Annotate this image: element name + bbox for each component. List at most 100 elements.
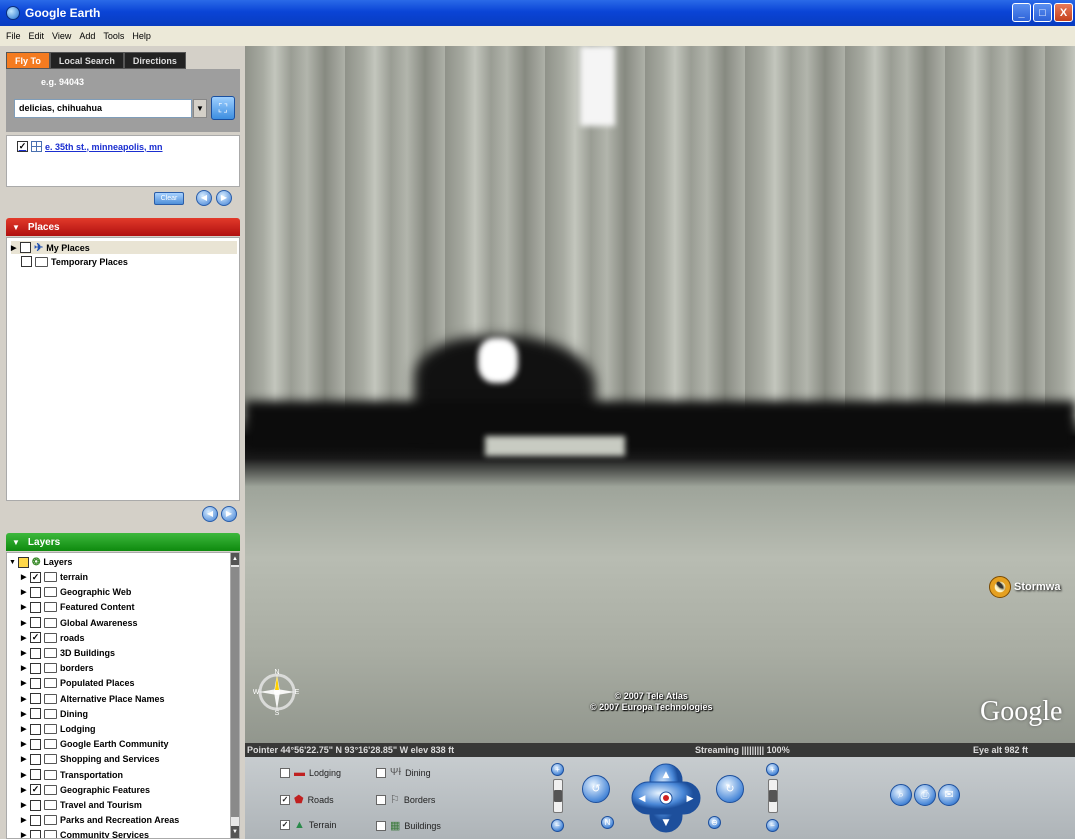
layer-label[interactable]: Google Earth Community [60, 739, 169, 749]
dining-checkbox[interactable] [376, 767, 386, 778]
fly-to-search-button[interactable]: ⛶ [211, 96, 235, 120]
layer-checkbox[interactable]: ✓ [30, 632, 41, 644]
layer-item[interactable]: ▶ Geographic Web [21, 585, 131, 599]
pan-right-button[interactable]: ▶ [687, 794, 694, 804]
layer-label[interactable]: terrain [60, 572, 88, 582]
rotate-right-button[interactable]: ↻ [716, 775, 744, 803]
map-view[interactable]: ✎ Stormwa N S E W © 2007 Tele Atlas © 20… [245, 46, 1075, 757]
collapse-triangle-icon[interactable]: ▼ [12, 223, 20, 232]
tilt-down-button[interactable]: − [551, 819, 564, 832]
layer-toggle-borders[interactable]: ⚐ Borders [376, 793, 435, 806]
layer-checkbox[interactable] [30, 829, 41, 838]
layer-toggle-roads[interactable]: ✓ ⬟ Roads [280, 793, 334, 806]
fly-to-input[interactable]: delicias, chihuahua [14, 99, 192, 118]
result-checkbox[interactable]: ✓ [17, 141, 28, 152]
scroll-up-arrow-icon[interactable]: ▲ [231, 553, 239, 565]
borders-checkbox[interactable] [376, 794, 386, 805]
expand-arrow-icon[interactable]: ▶ [21, 755, 27, 763]
places-next-button[interactable]: ▶ [221, 506, 237, 522]
close-button[interactable]: X [1054, 3, 1073, 22]
layer-checkbox[interactable] [30, 693, 41, 705]
layer-label[interactable]: Global Awareness [60, 618, 138, 628]
layer-label[interactable]: Community Services [60, 830, 149, 838]
tilt-slider-knob[interactable] [554, 790, 562, 802]
expand-arrow-icon[interactable]: ▶ [21, 801, 27, 809]
layer-label[interactable]: Dining [60, 709, 88, 719]
maximize-button[interactable]: □ [1033, 3, 1052, 22]
my-places-checkbox[interactable] [20, 242, 31, 253]
map-poi-marker[interactable]: ✎ Stormwa [989, 576, 1060, 598]
layer-item[interactable]: ▶ Travel and Tourism [21, 798, 142, 812]
layer-checkbox[interactable] [30, 662, 41, 674]
clear-button[interactable]: Clear [154, 192, 184, 205]
print-button[interactable]: ⎙ [914, 784, 936, 806]
layer-item[interactable]: ▶ ✓ roads [21, 631, 85, 645]
layer-label[interactable]: Travel and Tourism [60, 800, 142, 810]
layer-label[interactable]: Transportation [60, 770, 123, 780]
layer-item[interactable]: ▶ Global Awareness [21, 616, 138, 630]
zoom-in-button[interactable]: + [766, 763, 779, 776]
layers-root[interactable]: ▼ ❂ Layers [9, 555, 72, 569]
zoom-slider[interactable] [768, 779, 778, 813]
expand-arrow-icon[interactable]: ▼ [9, 559, 16, 566]
buildings-checkbox[interactable] [376, 820, 386, 831]
layer-item[interactable]: ▶ Featured Content [21, 600, 135, 614]
layer-label[interactable]: Geographic Features [60, 785, 150, 795]
layer-checkbox[interactable] [30, 738, 41, 750]
collapse-triangle-icon[interactable]: ▼ [12, 538, 20, 547]
layer-item[interactable]: ▶ ✓ terrain [21, 570, 88, 584]
lodging-checkbox[interactable] [280, 768, 290, 778]
layer-toggle-dining[interactable]: ΨƗ Dining [376, 767, 431, 778]
menu-add[interactable]: Add [79, 31, 95, 41]
layer-checkbox[interactable] [30, 586, 41, 598]
layer-item[interactable]: ▶ Shopping and Services [21, 752, 160, 766]
expand-arrow-icon[interactable]: ▶ [21, 725, 27, 733]
layer-label[interactable]: Populated Places [60, 678, 135, 688]
expand-arrow-icon[interactable]: ▶ [21, 695, 27, 703]
expand-arrow-icon[interactable]: ▶ [21, 679, 27, 687]
fly-to-dropdown-button[interactable]: ▼ [193, 99, 207, 118]
scroll-down-arrow-icon[interactable]: ▼ [231, 826, 239, 838]
result-item[interactable]: ✓ e. 35th st., minneapolis, mn [17, 141, 163, 152]
layer-checkbox[interactable] [30, 708, 41, 720]
my-places-label[interactable]: My Places [46, 243, 90, 253]
layer-checkbox[interactable] [30, 769, 41, 781]
results-next-button[interactable]: ▶ [216, 190, 232, 206]
poi-label[interactable]: Stormwa [1014, 581, 1060, 593]
pan-up-button[interactable]: ▲ [663, 770, 670, 780]
reset-view-button[interactable]: ⊖ [708, 816, 721, 829]
layer-item[interactable]: ▶ Community Services [21, 828, 149, 838]
menu-tools[interactable]: Tools [103, 31, 124, 41]
expand-arrow-icon[interactable]: ▶ [21, 831, 27, 838]
tab-directions[interactable]: Directions [123, 52, 186, 69]
expand-arrow-icon[interactable]: ▶ [21, 619, 27, 627]
layer-item[interactable]: ▶ 3D Buildings [21, 646, 115, 660]
layer-checkbox[interactable]: ✓ [30, 571, 41, 583]
layer-checkbox[interactable] [30, 814, 41, 826]
pan-left-button[interactable]: ◀ [639, 794, 646, 804]
layer-checkbox[interactable] [30, 753, 41, 765]
layer-checkbox[interactable]: ✓ [30, 784, 41, 796]
compass-icon[interactable]: N S E W [253, 668, 301, 716]
expand-arrow-icon[interactable]: ▶ [21, 664, 27, 672]
layer-label[interactable]: borders [60, 663, 94, 673]
layer-item[interactable]: ▶ Populated Places [21, 676, 135, 690]
layer-toggle-buildings[interactable]: ▦ Buildings [376, 819, 441, 832]
layer-toggle-lodging[interactable]: ▬ Lodging [280, 767, 341, 779]
temporary-places-label[interactable]: Temporary Places [51, 257, 128, 267]
navigation-dpad[interactable]: ▲ ▼ ◀ ▶ [630, 762, 702, 834]
places-header[interactable]: ▼ Places [6, 218, 240, 236]
expand-arrow-icon[interactable]: ▶ [21, 710, 27, 718]
layer-item[interactable]: ▶ Google Earth Community [21, 737, 169, 751]
layers-scrollbar[interactable]: ▲ ▼ [230, 552, 240, 839]
menu-help[interactable]: Help [132, 31, 151, 41]
layer-item[interactable]: ▶ Parks and Recreation Areas [21, 813, 179, 827]
layer-checkbox[interactable] [30, 799, 41, 811]
layer-checkbox[interactable] [30, 601, 41, 613]
terrain-checkbox[interactable]: ✓ [280, 820, 290, 830]
expand-arrow-icon[interactable]: ▶ [11, 244, 17, 252]
expand-arrow-icon[interactable]: ▶ [21, 634, 27, 642]
tab-local-search[interactable]: Local Search [49, 52, 124, 69]
layers-header[interactable]: ▼ Layers [6, 533, 240, 551]
zoom-out-button[interactable]: − [766, 819, 779, 832]
